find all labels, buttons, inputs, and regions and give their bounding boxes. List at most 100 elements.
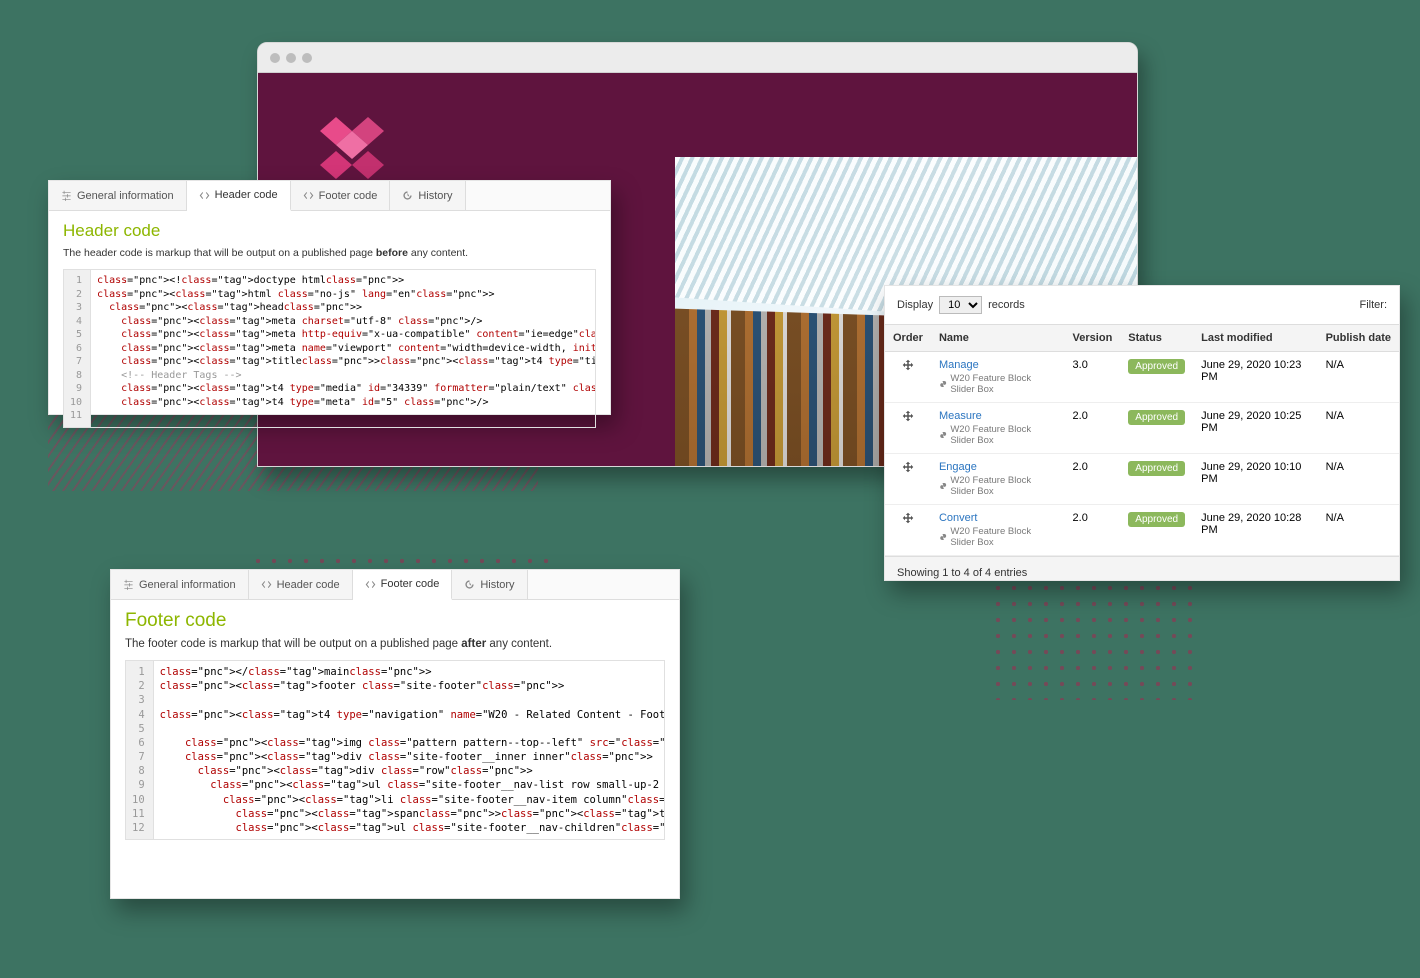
col-name[interactable]: Name bbox=[931, 325, 1065, 352]
cell-status: Approved bbox=[1120, 352, 1193, 403]
tab-history[interactable]: History bbox=[452, 570, 527, 599]
history-icon bbox=[464, 579, 475, 590]
table-summary: Showing 1 to 4 of 4 entries bbox=[885, 556, 1399, 581]
reorder-handle[interactable] bbox=[885, 403, 931, 454]
panel-description: The header code is markup that will be o… bbox=[63, 247, 596, 259]
table-row: Measure W20 Feature Block Slider Box 2.0 Ap… bbox=[885, 403, 1399, 454]
cell-version: 2.0 bbox=[1065, 403, 1121, 454]
tab-label: Footer code bbox=[319, 190, 378, 202]
cell-modified: June 29, 2020 10:28 PM bbox=[1193, 505, 1317, 556]
table-row: Convert W20 Feature Block Slider Box 2.0 Ap… bbox=[885, 505, 1399, 556]
table-row: EngageW20 Feature Block Slider Box2.0App… bbox=[885, 454, 1399, 505]
cell-publish: N/A bbox=[1318, 352, 1399, 403]
tab-header-code[interactable]: Header code bbox=[249, 570, 353, 599]
cell-publish: N/A bbox=[1318, 505, 1399, 556]
cell-name: Engage W20 Feature Block Slider Box bbox=[931, 454, 1065, 505]
content-link[interactable]: Measure bbox=[939, 410, 1057, 422]
cell-version: 3.0 bbox=[1065, 352, 1121, 403]
records-label: records bbox=[988, 299, 1025, 311]
desc-text: The header code is markup that will be o… bbox=[63, 247, 376, 259]
cell-name: Manage W20 Feature Block Slider Box bbox=[931, 352, 1065, 403]
tab-label: Header code bbox=[215, 189, 278, 201]
cell-modified: June 29, 2020 10:10 PM bbox=[1193, 454, 1317, 505]
code-editor[interactable]: 123456789101112 class="pnc"></class="tag… bbox=[125, 660, 665, 840]
sliders-icon bbox=[123, 579, 134, 590]
content-link[interactable]: Convert bbox=[939, 512, 1057, 524]
cell-status: Approved bbox=[1120, 454, 1193, 505]
code-content[interactable]: class="pnc"><!class="tag">doctype htmlcl… bbox=[91, 270, 595, 427]
cell-status: Approved bbox=[1120, 403, 1193, 454]
browser-titlebar bbox=[258, 43, 1137, 73]
line-gutter: 123456789101112 bbox=[126, 661, 154, 839]
traffic-light-zoom-icon[interactable] bbox=[302, 53, 312, 63]
content-type-label: W20 Feature Block Slider Box bbox=[939, 475, 1057, 497]
tab-header-code[interactable]: Header code bbox=[187, 181, 291, 211]
cell-publish: N/A bbox=[1318, 403, 1399, 454]
desc-strong: after bbox=[461, 638, 486, 650]
col-publish[interactable]: Publish date bbox=[1318, 325, 1399, 352]
tab-bar: General information Header code Footer c… bbox=[111, 570, 679, 600]
status-badge: Approved bbox=[1128, 512, 1185, 527]
col-order[interactable]: Order bbox=[885, 325, 931, 352]
content-type-label: W20 Feature Block Slider Box bbox=[939, 424, 1057, 446]
tab-label: General information bbox=[77, 190, 174, 202]
content-table-panel: Display 10 records Filter: Order Name Ve… bbox=[884, 285, 1400, 581]
cell-publish: N/A bbox=[1318, 454, 1399, 505]
panel-title: Footer code bbox=[125, 610, 665, 632]
desc-strong: before bbox=[376, 247, 408, 259]
tab-bar: General information Header code Footer c… bbox=[49, 181, 610, 211]
code-icon bbox=[303, 190, 314, 201]
display-label: Display bbox=[897, 299, 933, 311]
col-modified[interactable]: Last modified bbox=[1193, 325, 1317, 352]
tab-label: General information bbox=[139, 579, 236, 591]
sliders-icon bbox=[61, 190, 72, 201]
code-icon bbox=[261, 579, 272, 590]
reorder-handle[interactable] bbox=[885, 352, 931, 403]
reorder-handle[interactable] bbox=[885, 505, 931, 556]
brand-logo-icon bbox=[320, 117, 384, 179]
tab-label: History bbox=[480, 579, 514, 591]
tab-footer-code[interactable]: Footer code bbox=[291, 181, 391, 210]
status-badge: Approved bbox=[1128, 461, 1185, 476]
content-link[interactable]: Engage bbox=[939, 461, 1057, 473]
cell-name: Convert W20 Feature Block Slider Box bbox=[931, 505, 1065, 556]
cell-modified: June 29, 2020 10:23 PM bbox=[1193, 352, 1317, 403]
status-badge: Approved bbox=[1128, 359, 1185, 374]
tab-general-information[interactable]: General information bbox=[49, 181, 187, 210]
tab-history[interactable]: History bbox=[390, 181, 465, 210]
table-row: Manage W20 Feature Block Slider Box 3.0 App… bbox=[885, 352, 1399, 403]
content-type-label: W20 Feature Block Slider Box bbox=[939, 526, 1057, 548]
tab-label: Header code bbox=[277, 579, 340, 591]
tab-label: Footer code bbox=[381, 578, 440, 590]
cell-version: 2.0 bbox=[1065, 505, 1121, 556]
tab-general-information[interactable]: General information bbox=[111, 570, 249, 599]
code-editor[interactable]: 1234567891011 class="pnc"><!class="tag">… bbox=[63, 269, 596, 428]
desc-text: any content. bbox=[486, 638, 552, 650]
code-content[interactable]: class="pnc"></class="tag">mainclass="pnc… bbox=[154, 661, 664, 839]
header-code-panel: General information Header code Footer c… bbox=[48, 180, 611, 415]
history-icon bbox=[402, 190, 413, 201]
cell-name: Measure W20 Feature Block Slider Box bbox=[931, 403, 1065, 454]
pattern-dots-right bbox=[990, 580, 1200, 700]
content-link[interactable]: Manage bbox=[939, 359, 1057, 371]
code-icon bbox=[365, 579, 376, 590]
desc-text: any content. bbox=[408, 247, 468, 259]
cell-status: Approved bbox=[1120, 505, 1193, 556]
footer-code-panel: General information Header code Footer c… bbox=[110, 569, 680, 899]
code-icon bbox=[199, 190, 210, 201]
page-size-select[interactable]: 10 bbox=[939, 296, 982, 314]
content-table: Order Name Version Status Last modified … bbox=[885, 324, 1399, 556]
status-badge: Approved bbox=[1128, 410, 1185, 425]
content-type-label: W20 Feature Block Slider Box bbox=[939, 373, 1057, 395]
col-version[interactable]: Version bbox=[1065, 325, 1121, 352]
table-toolbar: Display 10 records Filter: bbox=[885, 286, 1399, 324]
col-status[interactable]: Status bbox=[1120, 325, 1193, 352]
tab-footer-code[interactable]: Footer code bbox=[353, 570, 453, 600]
panel-title: Header code bbox=[63, 221, 596, 241]
traffic-light-close-icon[interactable] bbox=[270, 53, 280, 63]
traffic-light-minimize-icon[interactable] bbox=[286, 53, 296, 63]
desc-text: The footer code is markup that will be o… bbox=[125, 638, 461, 650]
reorder-handle[interactable] bbox=[885, 454, 931, 505]
filter-label: Filter: bbox=[1360, 299, 1388, 311]
panel-description: The footer code is markup that will be o… bbox=[125, 638, 665, 650]
